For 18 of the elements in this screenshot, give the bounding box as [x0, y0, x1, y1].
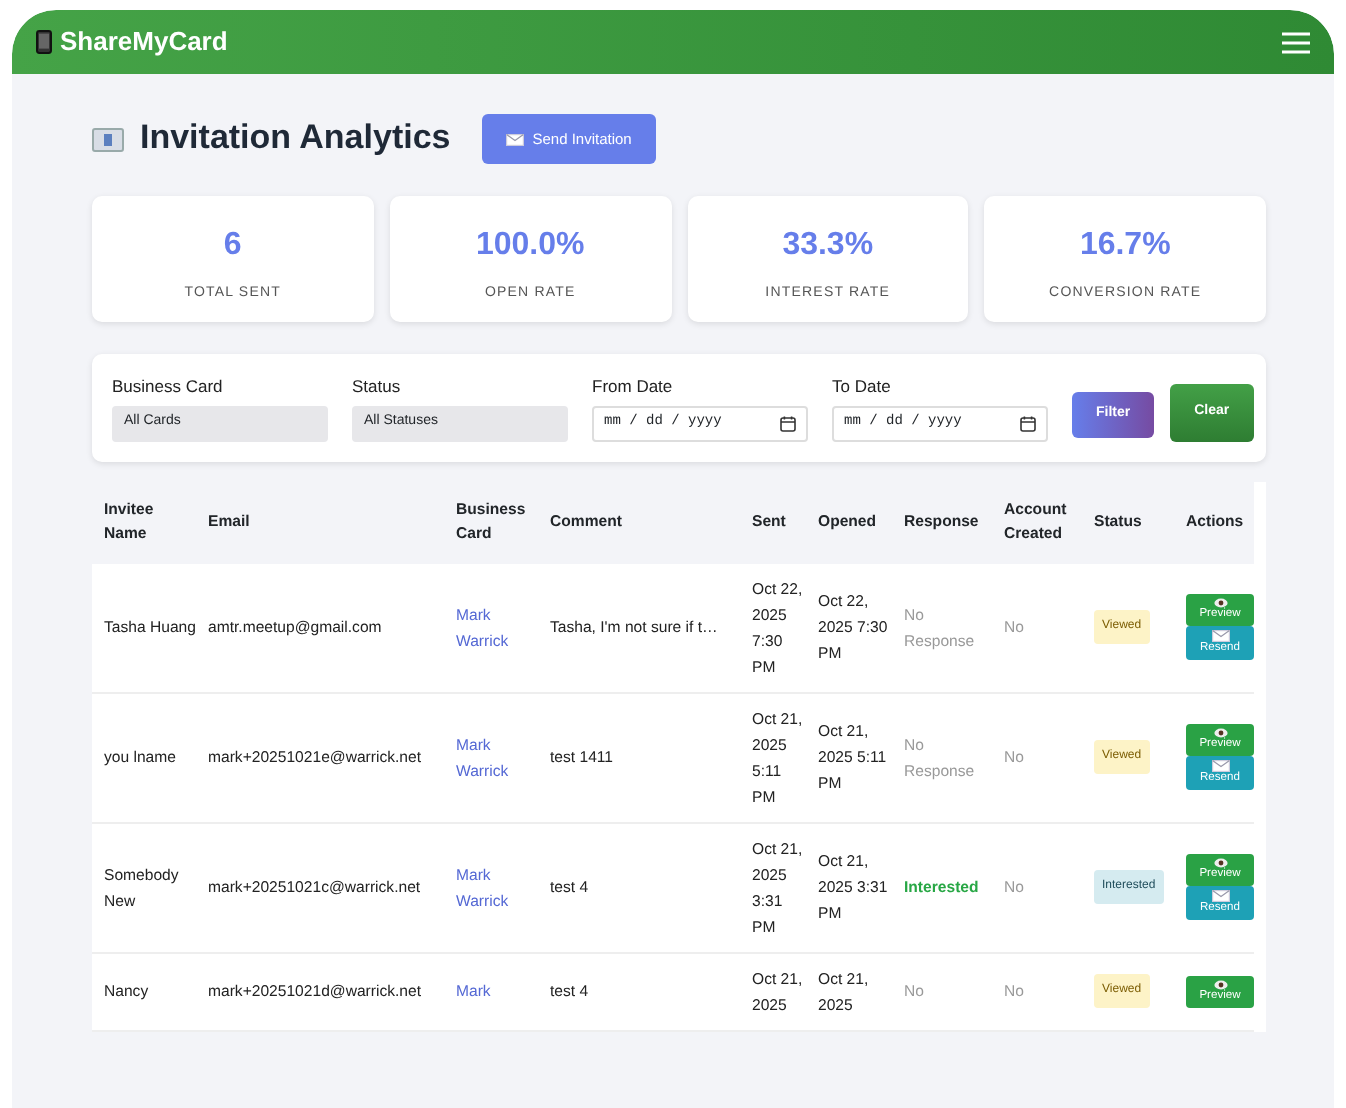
stat-value: 33.3%: [780, 226, 876, 267]
field-label: Business Card: [112, 373, 225, 399]
field-label: To Date: [832, 373, 893, 399]
field-label: From Date: [592, 373, 675, 399]
menu-icon[interactable]: [1282, 31, 1310, 53]
stat-value: 6: [221, 226, 244, 267]
stat-value: 100.0%: [473, 226, 587, 267]
page-title: Invitation Analytics: [140, 118, 451, 160]
eye-icon: [1213, 979, 1227, 989]
calendar-icon[interactable]: [1020, 415, 1036, 431]
brand-name[interactable]: ShareMyCard: [60, 22, 228, 62]
field-label: Status: [352, 373, 403, 399]
stat-value: 16.7%: [1077, 226, 1173, 267]
eye-icon: [1213, 858, 1227, 868]
eye-icon: [1213, 598, 1227, 608]
eye-icon: [1213, 728, 1227, 738]
phone-icon: [36, 30, 52, 54]
calendar-icon[interactable]: [780, 415, 796, 431]
